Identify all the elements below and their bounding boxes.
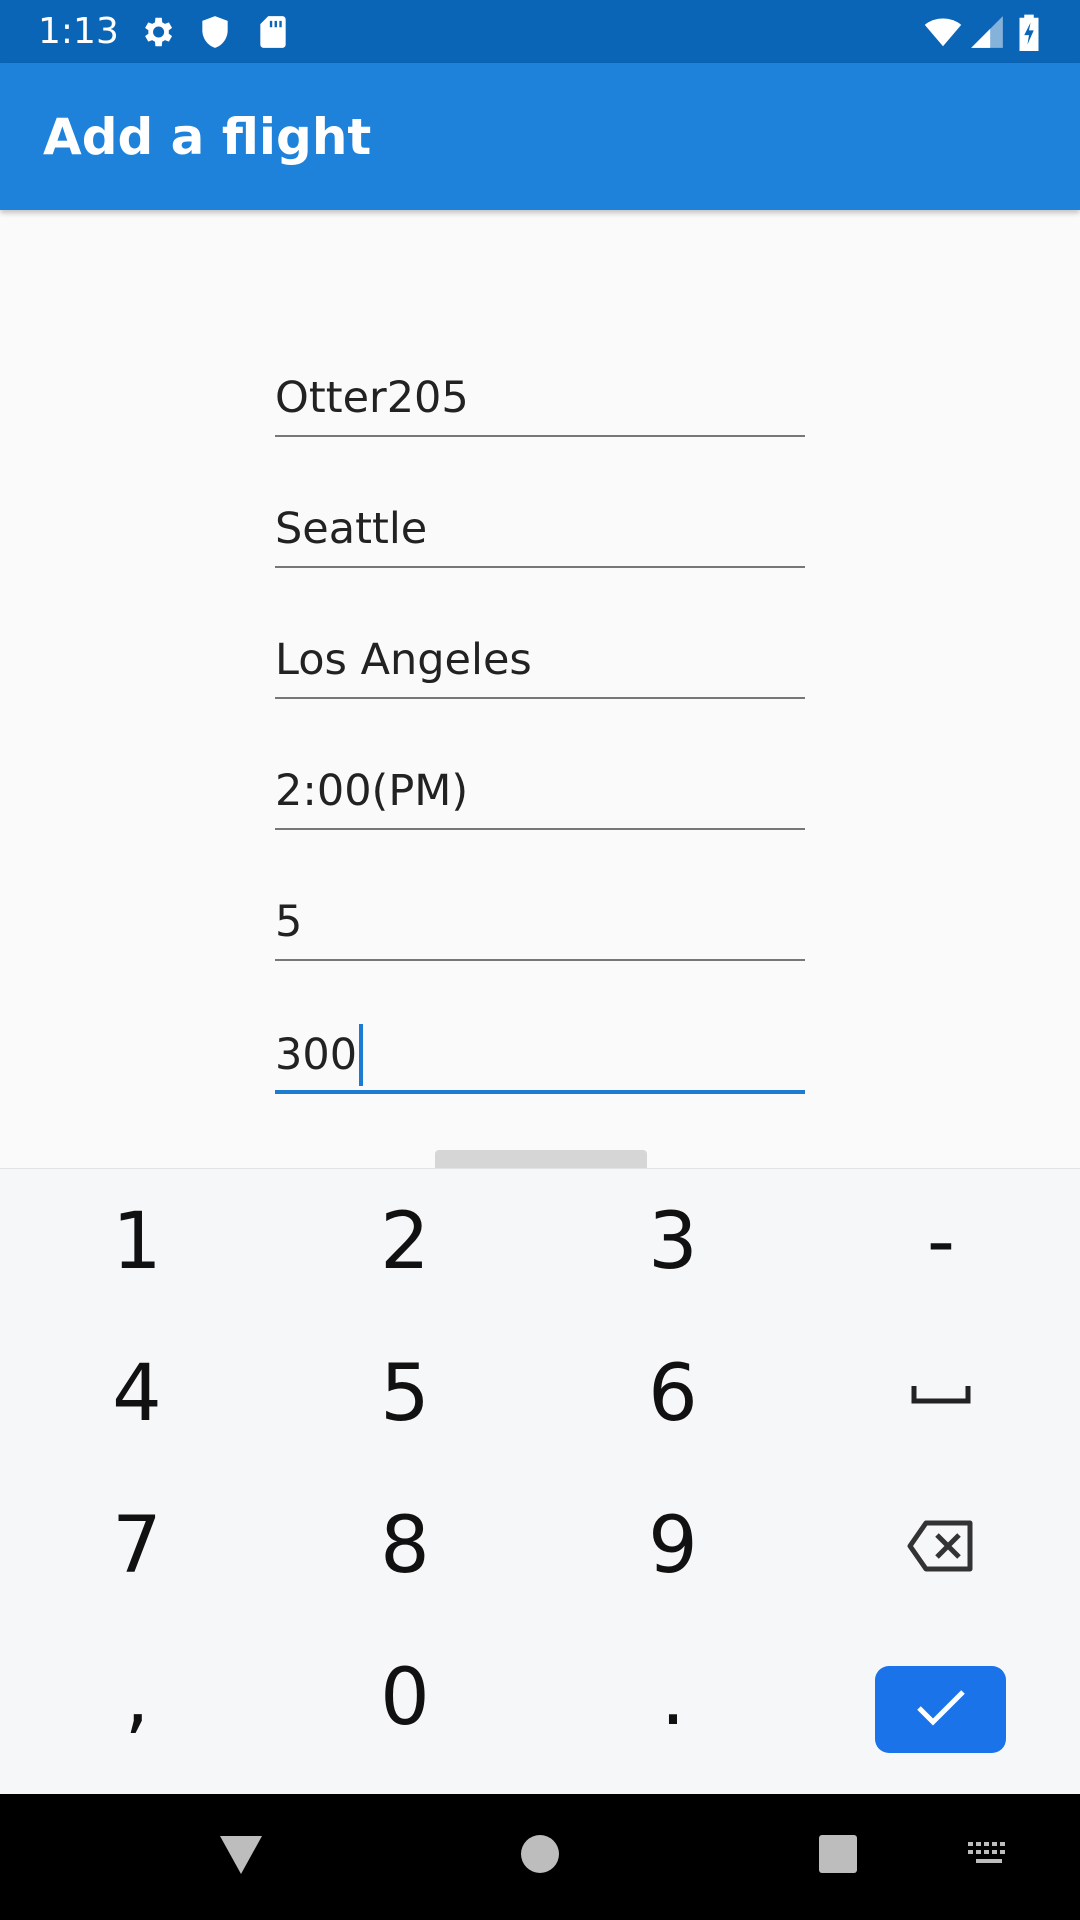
key-8[interactable]: 8 <box>275 1473 535 1618</box>
app-bar: Add a flight <box>0 63 1080 210</box>
key-2[interactable]: 2 <box>275 1169 535 1314</box>
gear-icon <box>138 13 176 51</box>
status-bar: 1:13 <box>0 0 1080 63</box>
field-underline <box>275 697 805 699</box>
field-underline <box>275 1090 805 1094</box>
battery-charging-icon <box>1014 13 1044 51</box>
field-value: Otter205 <box>275 373 469 423</box>
field-value: 300 <box>275 1030 358 1080</box>
field-value: Los Angeles <box>275 635 532 685</box>
sd-card-icon <box>254 13 292 51</box>
text-cursor <box>359 1024 364 1086</box>
field-value: Seattle <box>275 504 428 554</box>
done-key[interactable] <box>875 1666 1006 1753</box>
key-period[interactable]: . <box>543 1625 803 1770</box>
duration-field[interactable]: 5 <box>275 871 805 961</box>
checkmark-icon <box>915 1687 967 1732</box>
key-1[interactable]: 1 <box>7 1169 267 1314</box>
field-value: 2:00(PM) <box>275 766 469 816</box>
field-value: 5 <box>275 897 303 947</box>
field-underline <box>275 828 805 830</box>
cell-signal-icon <box>968 13 1006 51</box>
key-4[interactable]: 4 <box>7 1321 267 1466</box>
submit-button[interactable] <box>435 1150 647 1170</box>
key-6[interactable]: 6 <box>543 1321 803 1466</box>
flight-name-field[interactable]: Otter205 <box>275 347 805 437</box>
back-icon[interactable] <box>218 1834 264 1881</box>
key-backspace[interactable] <box>811 1473 1071 1618</box>
destination-field[interactable]: Los Angeles <box>275 609 805 699</box>
wifi-icon <box>920 13 966 51</box>
space-icon <box>911 1383 971 1405</box>
key-comma[interactable]: , <box>7 1625 267 1770</box>
field-underline <box>275 435 805 437</box>
key-0[interactable]: 0 <box>275 1625 535 1770</box>
key-9[interactable]: 9 <box>543 1473 803 1618</box>
field-value-wrap: 300 <box>275 1018 364 1086</box>
price-field[interactable]: 300 <box>275 1004 805 1094</box>
home-icon[interactable] <box>520 1834 560 1879</box>
status-time: 1:13 <box>38 11 119 52</box>
field-underline <box>275 959 805 961</box>
key-space[interactable] <box>811 1321 1071 1466</box>
key-minus[interactable]: - <box>811 1169 1071 1314</box>
field-underline <box>275 566 805 568</box>
key-5[interactable]: 5 <box>275 1321 535 1466</box>
key-7[interactable]: 7 <box>7 1473 267 1618</box>
numeric-keyboard: 1 2 3 - 4 5 6 7 8 9 , 0 . <box>0 1168 1080 1795</box>
origin-field[interactable]: Seattle <box>275 478 805 568</box>
key-3[interactable]: 3 <box>543 1169 803 1314</box>
page-title: Add a flight <box>43 108 372 166</box>
recents-icon[interactable] <box>818 1834 858 1879</box>
backspace-icon <box>907 1519 975 1573</box>
departure-time-field[interactable]: 2:00(PM) <box>275 740 805 830</box>
shield-icon <box>196 13 234 51</box>
keyboard-switch-icon[interactable] <box>968 1842 1010 1873</box>
navigation-bar <box>0 1794 1080 1920</box>
